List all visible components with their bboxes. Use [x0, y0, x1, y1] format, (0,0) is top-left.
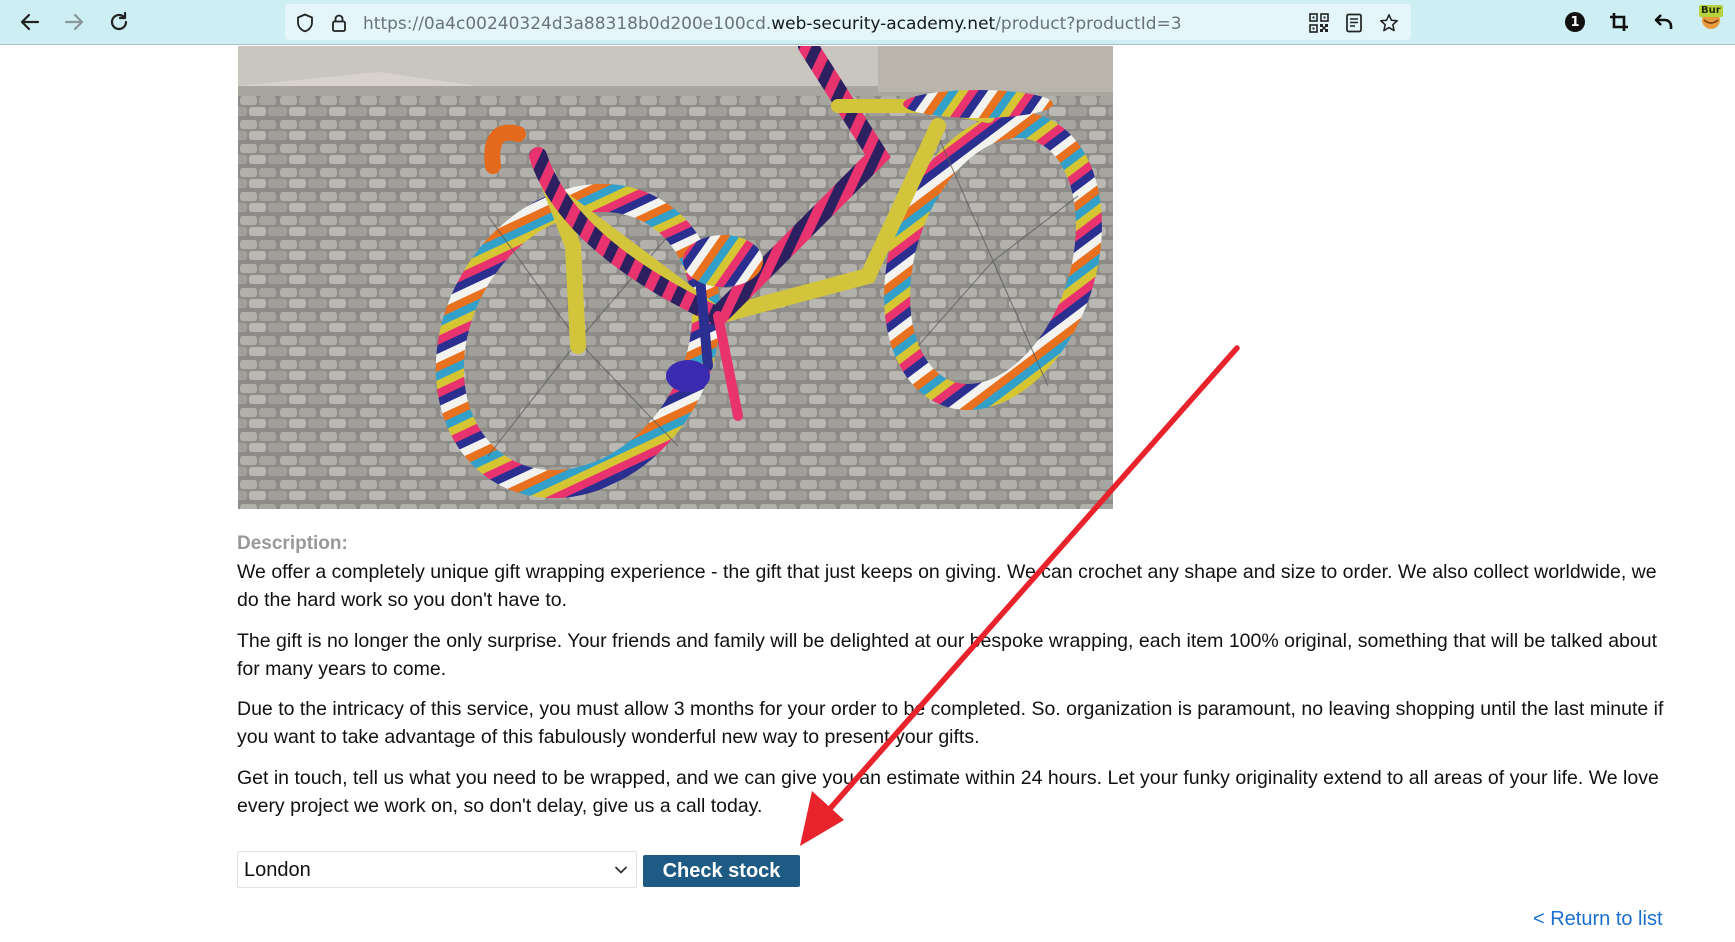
star-icon[interactable]	[1379, 13, 1399, 33]
store-select-value: London	[244, 859, 311, 881]
notification-badge[interactable]: 1	[1562, 9, 1588, 35]
description-paragraph: Get in touch, tell us what you need to b…	[237, 767, 1659, 817]
description-paragraph: Due to the intricacy of this service, yo…	[237, 698, 1664, 748]
product-image	[238, 46, 1113, 509]
address-bar[interactable]: https://0a4c00240324d3a88318b0d200e100cd…	[285, 4, 1411, 40]
url-text[interactable]: https://0a4c00240324d3a88318b0d200e100cd…	[363, 14, 1182, 34]
lock-icon[interactable]	[329, 13, 349, 33]
burp-extension-icon[interactable]: Bur	[1697, 2, 1725, 30]
back-arrow-icon[interactable]	[16, 8, 44, 36]
check-stock-button[interactable]: Check stock	[643, 855, 800, 887]
burp-extension-label: Bur	[1699, 5, 1723, 17]
qr-code-icon[interactable]	[1309, 13, 1329, 33]
notification-count: 1	[1565, 12, 1585, 32]
description-paragraph: We offer a completely unique gift wrappi…	[237, 561, 1657, 611]
browser-toolbar: https://0a4c00240324d3a88318b0d200e100cd…	[0, 0, 1735, 45]
chevron-down-icon	[615, 866, 627, 874]
undo-icon[interactable]	[1651, 9, 1677, 35]
description-heading: Description:	[237, 533, 348, 554]
crop-icon[interactable]	[1606, 9, 1632, 35]
shield-icon[interactable]	[295, 13, 315, 33]
url-path: /product?productId=3	[995, 14, 1182, 34]
forward-arrow-icon[interactable]	[60, 8, 88, 36]
store-select[interactable]: London	[237, 851, 637, 888]
reader-mode-icon[interactable]	[1344, 13, 1364, 33]
description-paragraph: The gift is no longer the only surprise.…	[237, 630, 1657, 680]
return-to-list-link[interactable]: < Return to list	[1533, 908, 1663, 931]
url-prefix: https://0a4c00240324d3a88318b0d200e100cd…	[363, 14, 772, 34]
reload-icon[interactable]	[105, 8, 133, 36]
url-host: web-security-academy.net	[771, 14, 996, 34]
